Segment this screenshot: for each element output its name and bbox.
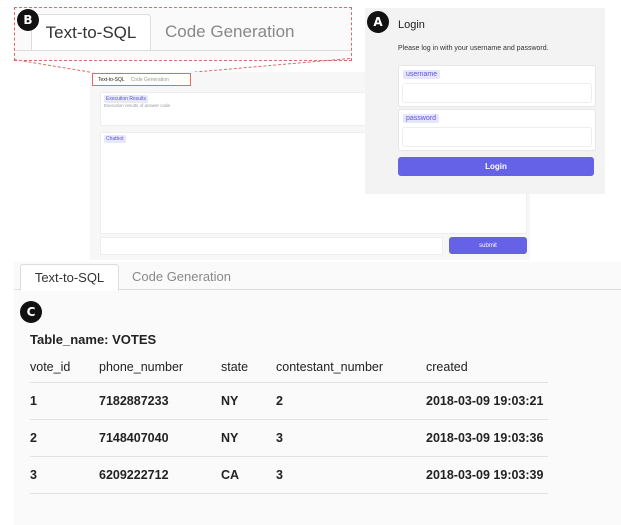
table-name: Table_name: VOTES — [30, 332, 157, 347]
table-cell: 6209222712 — [99, 456, 221, 494]
table-cell: 3 — [276, 419, 426, 457]
badge-a: A — [367, 11, 389, 33]
table-header-row: vote_id phone_number state contestant_nu… — [30, 352, 548, 383]
column-header: vote_id — [30, 360, 71, 374]
login-panel: Login Please log in with your username a… — [365, 8, 605, 194]
chat-input[interactable] — [100, 237, 443, 255]
username-input[interactable] — [402, 83, 592, 103]
column-header: state — [221, 360, 249, 374]
table-row: 1 7182887233 NY 2 2018-03-09 19:03:21 — [30, 382, 548, 420]
tab-code-generation[interactable]: Code Generation — [131, 77, 169, 83]
username-field: username — [398, 65, 596, 107]
table-view-panel: Text-to-SQL Code Generation Table_name: … — [14, 262, 621, 525]
column-header: contestant_number — [276, 360, 384, 374]
tab-code-generation-large[interactable]: Code Generation — [132, 264, 231, 289]
table-cell: 2 — [276, 382, 426, 420]
password-input[interactable] — [402, 127, 592, 147]
table-cell: NY — [221, 382, 276, 420]
login-title: Login — [398, 19, 425, 31]
table-cell: CA — [221, 456, 276, 494]
column-header: phone_number — [99, 360, 184, 374]
table-cell: 2 — [30, 419, 99, 457]
tab-text-to-sql[interactable]: Text-to-SQL — [98, 77, 125, 83]
password-label: password — [403, 114, 439, 123]
tab-text-to-sql-zoomed[interactable]: Text-to-SQL — [31, 14, 151, 51]
tab-zoom-panel: Text-to-SQL Code Generation — [14, 7, 352, 61]
table-cell: 2018-03-09 19:03:36 — [426, 419, 548, 457]
chatbot-label: Chatbot — [104, 135, 126, 143]
tab-bar: Text-to-SQL Code Generation — [92, 73, 191, 86]
column-header: created — [426, 360, 468, 374]
table-row: 3 6209222712 CA 3 2018-03-09 19:03:39 — [30, 456, 548, 494]
submit-button[interactable]: submit — [449, 237, 527, 254]
login-button[interactable]: Login — [398, 157, 594, 176]
username-label: username — [403, 70, 441, 79]
table-row: 2 7148407040 NY 3 2018-03-09 19:03:36 — [30, 419, 548, 457]
table-cell: NY — [221, 419, 276, 457]
login-description: Please log in with your username and pas… — [398, 45, 549, 52]
table-view-tab-bar: Text-to-SQL Code Generation — [14, 262, 621, 291]
tab-text-to-sql-large[interactable]: Text-to-SQL — [20, 264, 119, 291]
table-cell: 1 — [30, 382, 99, 420]
badge-b: B — [17, 9, 39, 31]
tab-code-generation-zoomed[interactable]: Code Generation — [165, 14, 294, 50]
execution-results-sub: Execution results of answer code — [104, 103, 171, 108]
table-cell: 3 — [30, 456, 99, 494]
execution-results-label: Execution Results — [104, 95, 149, 103]
table-cell: 3 — [276, 456, 426, 494]
table-cell: 2018-03-09 19:03:21 — [426, 382, 548, 420]
votes-table: vote_id phone_number state contestant_nu… — [30, 352, 548, 494]
table-cell: 7182887233 — [99, 382, 221, 420]
table-cell: 2018-03-09 19:03:39 — [426, 456, 548, 494]
badge-c: C — [20, 301, 42, 323]
zoom-connector-left — [13, 59, 95, 75]
table-cell: 7148407040 — [99, 419, 221, 457]
tab-baseline — [15, 50, 351, 51]
password-field: password — [398, 109, 596, 151]
